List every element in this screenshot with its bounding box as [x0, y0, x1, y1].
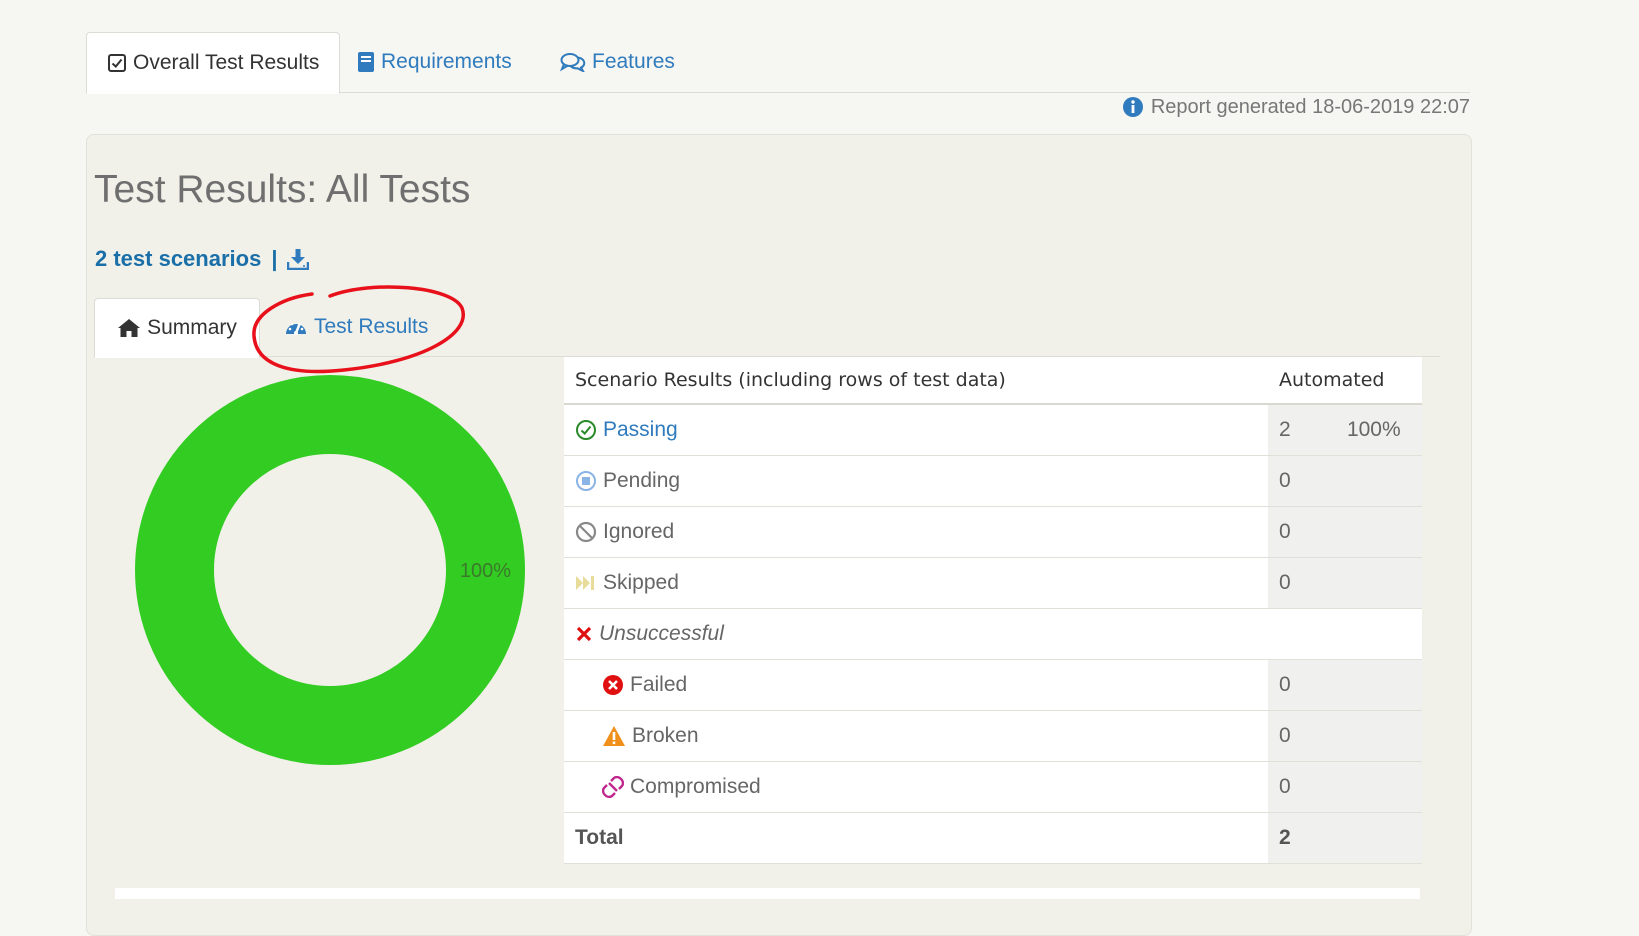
table-header-row: Scenario Results (including rows of test…: [564, 357, 1422, 405]
row-total: Total 2: [564, 812, 1422, 864]
broken-count: 0: [1267, 710, 1422, 762]
row-failed: Failed 0: [564, 659, 1422, 711]
comments-icon: [560, 53, 586, 72]
top-tab-bar: Overall Test Results Requirements Featur…: [86, 32, 1470, 94]
tab-summary[interactable]: Summary: [94, 298, 260, 358]
donut-slice-passing: [135, 375, 525, 765]
tab-features[interactable]: Features: [560, 32, 675, 92]
tab-features-label: Features: [592, 50, 675, 73]
ignored-count: 0: [1267, 506, 1422, 558]
row-passing: Passing 2 100%: [564, 404, 1422, 456]
ignored-label: Ignored: [603, 520, 675, 543]
scenario-separator: |: [271, 246, 278, 271]
row-compromised: Compromised 0: [564, 761, 1422, 813]
check-square-icon: [108, 54, 126, 72]
row-broken: Broken 0: [564, 710, 1422, 762]
fast-forward-icon: [576, 576, 594, 590]
skipped-label: Skipped: [603, 571, 679, 594]
failed-count: 0: [1267, 659, 1422, 711]
row-ignored: Ignored 0: [564, 506, 1422, 558]
compromised-count: 0: [1267, 761, 1422, 813]
tab-overall-test-results[interactable]: Overall Test Results: [86, 32, 341, 94]
times-icon: [576, 626, 592, 642]
scenario-results-table: Scenario Results (including rows of test…: [564, 357, 1422, 864]
tab-requirements-label: Requirements: [381, 50, 512, 73]
header-automated: Automated: [1267, 357, 1422, 405]
donut-label-passing: 100%: [460, 560, 511, 582]
header-scenario-results: Scenario Results (including rows of test…: [564, 357, 1268, 405]
row-unsuccessful: Unsuccessful: [564, 608, 1422, 660]
ban-icon: [575, 521, 597, 543]
passing-count: 2: [1278, 418, 1291, 441]
tab-requirements[interactable]: Requirements: [357, 32, 512, 92]
total-label: Total: [564, 812, 1268, 864]
passing-link[interactable]: Passing: [603, 418, 678, 442]
pending-count: 0: [1267, 455, 1422, 507]
home-icon: [118, 319, 141, 337]
info-circle-icon: [1122, 97, 1143, 117]
report-generated-text: Report generated 18-06-2019 22:07: [1150, 95, 1470, 118]
unsuccessful-count-cell: [1267, 608, 1422, 660]
row-skipped: Skipped 0: [564, 557, 1422, 609]
total-count: 2: [1267, 812, 1422, 864]
broken-label: Broken: [632, 724, 699, 747]
download-icon[interactable]: [287, 248, 310, 270]
tab-summary-label: Summary: [147, 316, 237, 339]
chain-broken-icon: [602, 776, 624, 798]
report-generated: Report generated 18-06-2019 22:07: [1096, 90, 1470, 124]
pending-label: Pending: [603, 469, 681, 492]
page-title: Test Results: All Tests: [94, 168, 471, 211]
row-pending: Pending 0: [564, 455, 1422, 507]
check-circle-icon: [576, 420, 596, 440]
compromised-label: Compromised: [630, 775, 761, 798]
results-donut-chart: 100%: [135, 375, 525, 765]
skipped-count: 0: [1267, 557, 1422, 609]
tab-overall-label: Overall Test Results: [133, 51, 320, 74]
scenario-count: 2 test scenarios |: [95, 246, 310, 272]
book-icon: [358, 52, 374, 72]
times-circle-icon: [603, 675, 623, 695]
warning-icon: [603, 726, 625, 746]
next-section-top: [115, 888, 1420, 899]
unsuccessful-label: Unsuccessful: [599, 622, 724, 645]
failed-label: Failed: [630, 673, 688, 696]
annotation-circle: [252, 285, 465, 374]
stop-circle-icon: [576, 471, 596, 491]
passing-percent: 100%: [1346, 418, 1401, 441]
scenario-count-link[interactable]: 2 test scenarios: [95, 246, 261, 272]
